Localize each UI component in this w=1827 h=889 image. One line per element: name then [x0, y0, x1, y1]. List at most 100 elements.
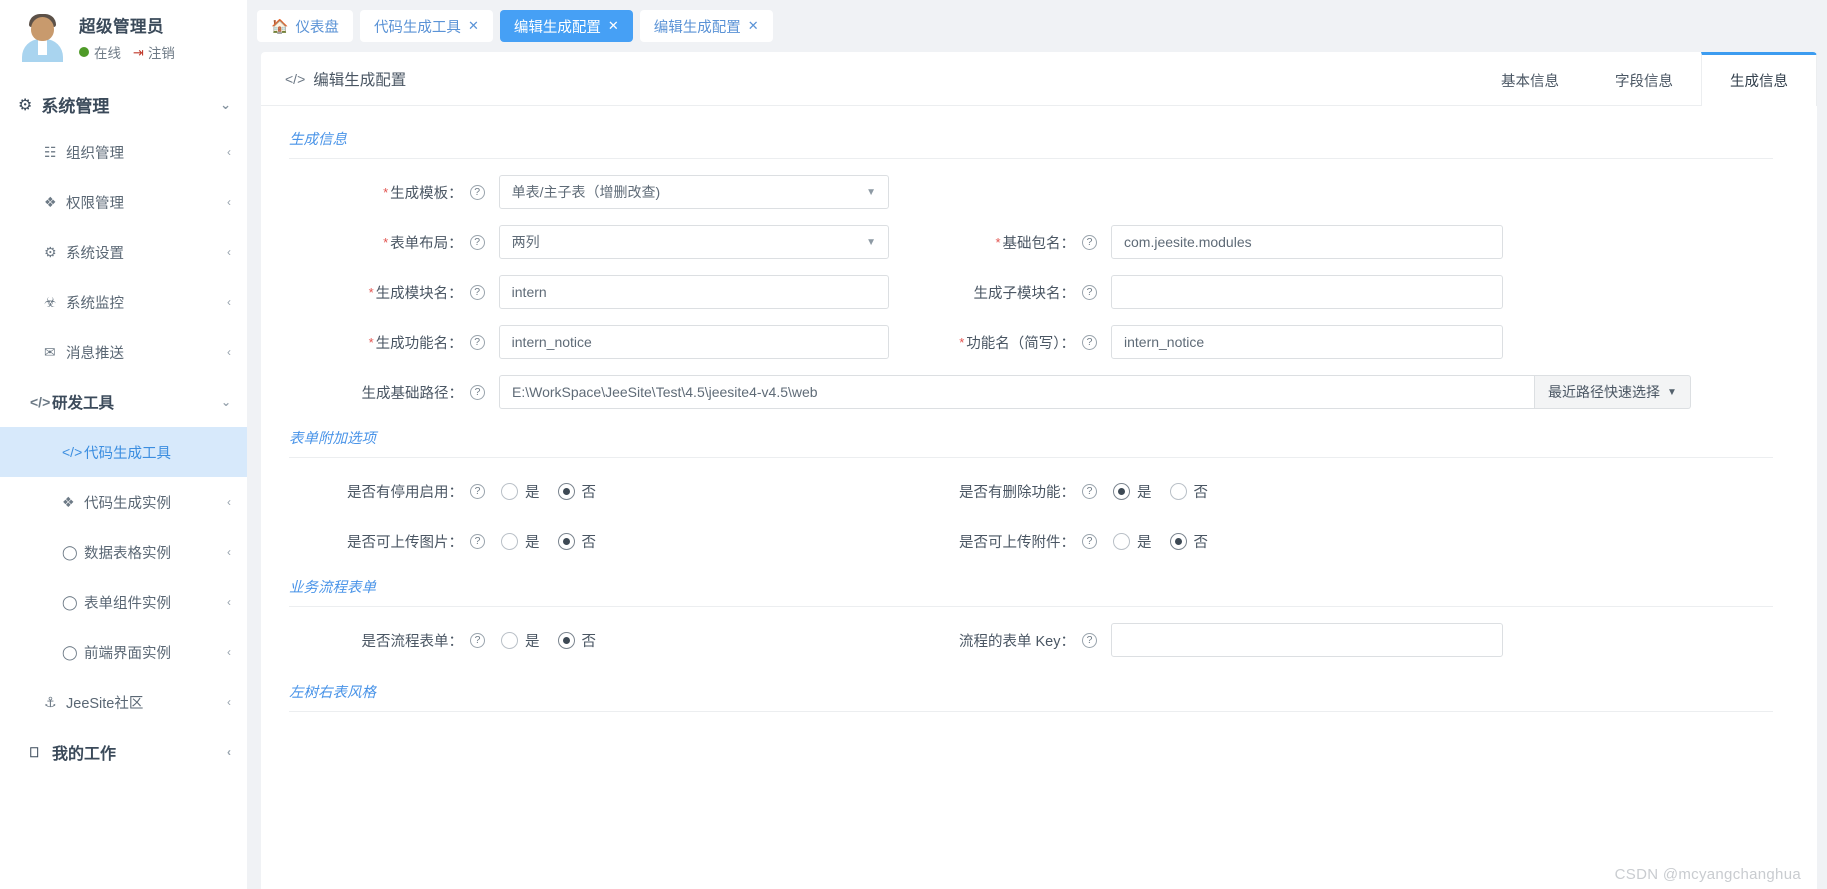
sidebar-item-org[interactable]: ☷ 组织管理 ‹: [0, 127, 247, 177]
field-sub-module-name: 生成子模块名： ?: [889, 275, 1773, 309]
chevron-down-icon: ▼: [866, 236, 876, 248]
base-package-input[interactable]: com.jeesite.modules: [1111, 225, 1503, 259]
radio-circle-icon: [1113, 482, 1130, 500]
radio-option-yes[interactable]: 是: [1113, 481, 1152, 502]
code-icon: </>: [62, 444, 83, 460]
field-can-upload-image-label: 是否可上传图片： ?: [289, 531, 485, 552]
template-select[interactable]: 单表/主子表（增删改查) ▼: [498, 175, 889, 209]
avatar[interactable]: [18, 13, 67, 62]
radio-option-yes[interactable]: 是: [501, 481, 540, 502]
sidebar-item-permission[interactable]: ❖ 权限管理 ‹: [0, 177, 247, 227]
radio-option-no[interactable]: 否: [557, 481, 596, 502]
help-icon[interactable]: ?: [1082, 284, 1097, 300]
field-layout-label-text: 表单布局：: [390, 235, 463, 252]
help-icon[interactable]: ?: [469, 284, 485, 300]
radio-circle-icon: [1169, 482, 1187, 500]
layout-select[interactable]: 两列 ▼: [498, 225, 889, 259]
sidebar-item-datagrid-instance[interactable]: ◯ 数据表格实例 ‹: [0, 527, 247, 577]
radio-option-yes[interactable]: 是: [501, 630, 540, 651]
chevron-left-icon: ‹: [227, 595, 231, 609]
field-base-package-label-text: 基础包名：: [1002, 235, 1076, 252]
radio-group-has-delete: 是 否: [1113, 481, 1226, 502]
sidebar-item-code-instance[interactable]: ❖ 代码生成实例 ‹: [0, 477, 247, 527]
base-path-group: E:\WorkSpace\JeeSite\Test\4.5\jeesite4-v…: [499, 375, 1691, 409]
field-is-workflow-form: 是否流程表单： ? 是 否: [289, 630, 889, 651]
sidebar-item-frontend-instance-label: 前端界面实例: [84, 645, 171, 662]
radio-option-no[interactable]: 否: [557, 630, 597, 651]
sidebar-item-my-work[interactable]: ⎕ 我的工作 ‹: [0, 727, 247, 777]
sidebar-item-community[interactable]: ⚓ JeeSite社区 ‹: [0, 677, 247, 727]
recent-path-button[interactable]: 最近路径快速选择 ▼: [1535, 375, 1691, 409]
radio-option-no-label: 否: [581, 633, 597, 650]
field-function-name-label-text: 生成功能名：: [375, 335, 463, 352]
sidebar-item-permission-label: 权限管理: [66, 195, 124, 212]
help-icon[interactable]: ?: [1082, 533, 1097, 549]
help-icon[interactable]: ?: [470, 533, 485, 549]
tab-edit-gen-config-active[interactable]: 编辑生成配置 ✕: [499, 10, 633, 42]
help-icon[interactable]: ?: [470, 632, 485, 648]
sidebar-item-message[interactable]: ✉ 消息推送 ‹: [0, 327, 247, 377]
sidebar-item-formwidget-instance[interactable]: ◯ 表单组件实例 ‹: [0, 577, 247, 627]
help-icon[interactable]: ?: [470, 483, 485, 499]
gear-icon: ⚙: [18, 96, 33, 114]
radio-option-no[interactable]: 否: [1169, 531, 1208, 552]
radio-option-yes[interactable]: 是: [1113, 531, 1152, 552]
user-status-text: 在线: [94, 46, 121, 61]
radio-option-no[interactable]: 否: [557, 531, 596, 552]
chevron-down-icon: ▼: [1667, 386, 1677, 398]
tab-edit-gen-config-active-label: 编辑生成配置: [513, 19, 601, 36]
radio-option-no-label: 否: [1193, 484, 1209, 501]
row-template: * 生成模板： ? 单表/主子表（增删改查) ▼: [289, 167, 1773, 217]
sidebar-item-frontend-instance[interactable]: ◯ 前端界面实例 ‹: [0, 627, 247, 677]
sidebar-item-settings[interactable]: ⚙ 系统设置 ‹: [0, 227, 247, 277]
tab-generate-info[interactable]: 生成信息: [1701, 52, 1817, 106]
function-name-input[interactable]: intern_notice: [498, 325, 889, 359]
help-icon[interactable]: ?: [469, 184, 485, 200]
sidebar-group-system[interactable]: ⚙ 系统管理 ⌄: [0, 82, 247, 127]
radio-group-can-upload-image: 是 否: [501, 531, 614, 552]
module-name-input[interactable]: intern: [498, 275, 889, 309]
radio-option-no[interactable]: 否: [1169, 481, 1209, 502]
sub-module-name-input[interactable]: [1111, 275, 1503, 309]
chevron-left-icon: ‹: [227, 295, 231, 309]
recent-path-button-label: 最近路径快速选择: [1548, 384, 1660, 400]
chevron-down-icon: ⌄: [220, 96, 231, 112]
row-upload-options: 是否可上传图片： ? 是 否 是否可上传附件： ? 是 否: [289, 516, 1773, 566]
close-icon[interactable]: ✕: [468, 18, 479, 34]
help-icon[interactable]: ?: [1082, 632, 1097, 648]
tab-dashboard[interactable]: 🏠 仪表盘: [257, 10, 353, 42]
help-icon[interactable]: ?: [1082, 483, 1097, 499]
app-root: 超级管理员 在线 ⇥ 注销 ⚙ 系统管理 ⌄ ☷ 组织管理 ‹ ❖ 权限管理 ‹…: [0, 0, 1827, 889]
chevron-left-icon: ‹: [227, 745, 231, 759]
radio-circle-icon: [501, 482, 518, 500]
field-template-label-text: 生成模板：: [390, 185, 463, 202]
field-function-short-label-text: 功能名（简写）：: [966, 335, 1075, 352]
panel-tabs: 基本信息 字段信息 生成信息: [1473, 52, 1817, 106]
field-has-delete: 是否有删除功能： ? 是 否: [889, 481, 1773, 502]
tab-edit-gen-config-2[interactable]: 编辑生成配置 ✕: [639, 10, 773, 42]
tab-code-generator[interactable]: 代码生成工具 ✕: [359, 10, 493, 42]
help-icon[interactable]: ?: [470, 384, 485, 400]
row-layout-basepackage: * 表单布局： ? 两列 ▼ * 基础包名： ? com.jeesite.mod…: [289, 217, 1773, 267]
radio-option-yes[interactable]: 是: [501, 531, 540, 552]
online-dot-icon: [79, 47, 89, 57]
tab-basic-info[interactable]: 基本信息: [1473, 52, 1587, 106]
flow-form-key-input[interactable]: [1111, 623, 1503, 657]
base-path-input[interactable]: E:\WorkSpace\JeeSite\Test\4.5\jeesite4-v…: [499, 375, 1535, 409]
home-icon: 🏠: [271, 17, 289, 34]
sidebar-item-monitor[interactable]: ☣ 系统监控 ‹: [0, 277, 247, 327]
help-icon[interactable]: ?: [469, 234, 485, 250]
field-function-name: * 生成功能名： ? intern_notice: [289, 325, 889, 359]
tab-field-info[interactable]: 字段信息: [1587, 52, 1701, 106]
help-icon[interactable]: ?: [1082, 334, 1097, 350]
sidebar-item-code-generator[interactable]: </> 代码生成工具: [0, 427, 247, 477]
code-icon: </>: [30, 394, 51, 410]
help-icon[interactable]: ?: [1082, 234, 1097, 250]
close-icon[interactable]: ✕: [748, 18, 759, 34]
sidebar-group-devtools-label: 研发工具: [52, 395, 115, 412]
sidebar-group-devtools[interactable]: </> 研发工具 ⌄: [0, 377, 247, 427]
logout-button[interactable]: ⇥ 注销: [133, 42, 175, 62]
close-icon[interactable]: ✕: [608, 18, 619, 34]
help-icon[interactable]: ?: [469, 334, 485, 350]
function-short-input[interactable]: intern_notice: [1111, 325, 1503, 359]
